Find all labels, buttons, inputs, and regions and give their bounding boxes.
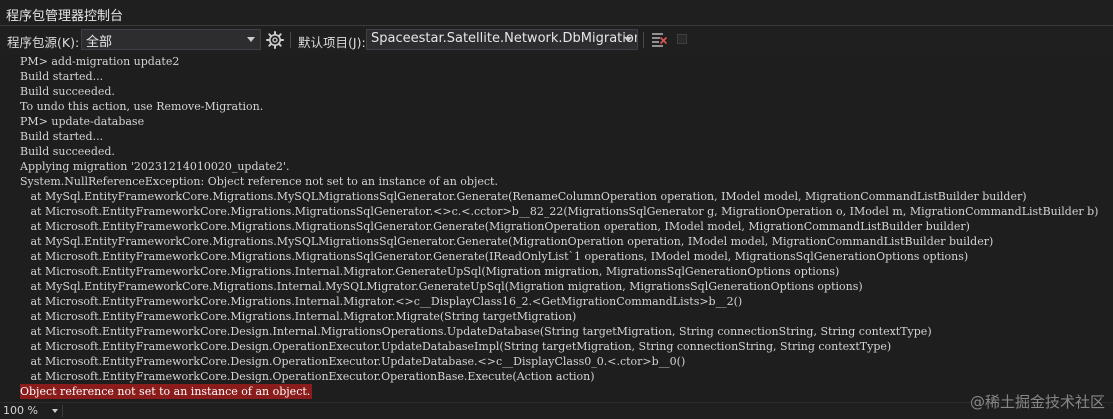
default-project-value: Spaceestar.Satellite.Network.DbMigration	[371, 31, 638, 46]
zoom-level[interactable]: 100 %	[3, 404, 38, 417]
console-line: at Microsoft.EntityFrameworkCore.Design.…	[20, 340, 892, 353]
console-line: Applying migration '20231214010020_updat…	[20, 160, 290, 173]
console-line: at Microsoft.EntityFrameworkCore.Design.…	[20, 355, 686, 368]
console-line: To undo this action, use Remove-Migratio…	[20, 100, 264, 113]
console-line: PM> update-database	[20, 115, 145, 128]
toolbar-separator	[643, 32, 644, 48]
console-output[interactable]: PM> add-migration update2 Build started..…	[0, 54, 1113, 402]
console-error-line: Object reference not set to an instance …	[20, 384, 313, 399]
console-line: Build succeeded.	[20, 145, 115, 158]
chevron-down-icon[interactable]	[52, 409, 58, 413]
package-source-select[interactable]: 全部	[81, 29, 261, 50]
console-line: Build succeeded.	[20, 85, 115, 98]
console-line: at Microsoft.EntityFrameworkCore.Migrati…	[20, 250, 969, 263]
console-line: at Microsoft.EntityFrameworkCore.Migrati…	[20, 220, 970, 233]
console-line: Build started...	[20, 70, 104, 83]
console-line: System.NullReferenceException: Object re…	[20, 175, 498, 188]
window-title: 程序包管理器控制台	[6, 9, 124, 24]
console-line: at Microsoft.EntityFrameworkCore.Migrati…	[20, 295, 743, 308]
package-source-value: 全部	[86, 35, 113, 50]
package-manager-console: 程序包管理器控制台 程序包源(K): 全部 默认项目(J): Spaceesta…	[0, 0, 1113, 419]
console-line: at Microsoft.EntityFrameworkCore.Migrati…	[20, 265, 840, 278]
console-line: at MySql.EntityFrameworkCore.Migrations.…	[20, 280, 863, 293]
console-line: at MySql.EntityFrameworkCore.Migrations.…	[20, 235, 994, 248]
package-source-label: 程序包源(K):	[7, 35, 80, 50]
toolbar-separator	[290, 32, 291, 48]
console-line: at Microsoft.EntityFrameworkCore.Migrati…	[20, 310, 577, 323]
status-bar: 100 %	[0, 402, 1113, 419]
clear-console-icon[interactable]	[649, 30, 669, 50]
default-project-select[interactable]: Spaceestar.Satellite.Network.DbMigration	[366, 29, 638, 50]
chevron-down-icon	[624, 37, 632, 42]
title-bar: 程序包管理器控制台	[0, 0, 1113, 26]
console-line: at Microsoft.EntityFrameworkCore.Migrati…	[20, 205, 1099, 218]
toolbar: 程序包源(K): 全部 默认项目(J): Spaceestar.Satellit…	[0, 26, 1113, 54]
console-line: Build started...	[20, 130, 104, 143]
console-line: at Microsoft.EntityFrameworkCore.Design.…	[20, 325, 932, 338]
watermark-text: @稀土掘金技术社区	[969, 392, 1105, 411]
gear-icon[interactable]	[265, 30, 285, 50]
watermark: @稀土掘金技术社区	[970, 389, 1105, 413]
stop-icon[interactable]	[677, 34, 687, 44]
console-line: at Microsoft.EntityFrameworkCore.Design.…	[20, 370, 595, 383]
status-separator	[62, 405, 63, 417]
chevron-down-icon	[247, 37, 255, 42]
console-line: at MySql.EntityFrameworkCore.Migrations.…	[20, 190, 1027, 203]
default-project-label: 默认项目(J):	[298, 35, 366, 50]
console-line: PM> add-migration update2	[20, 55, 180, 68]
